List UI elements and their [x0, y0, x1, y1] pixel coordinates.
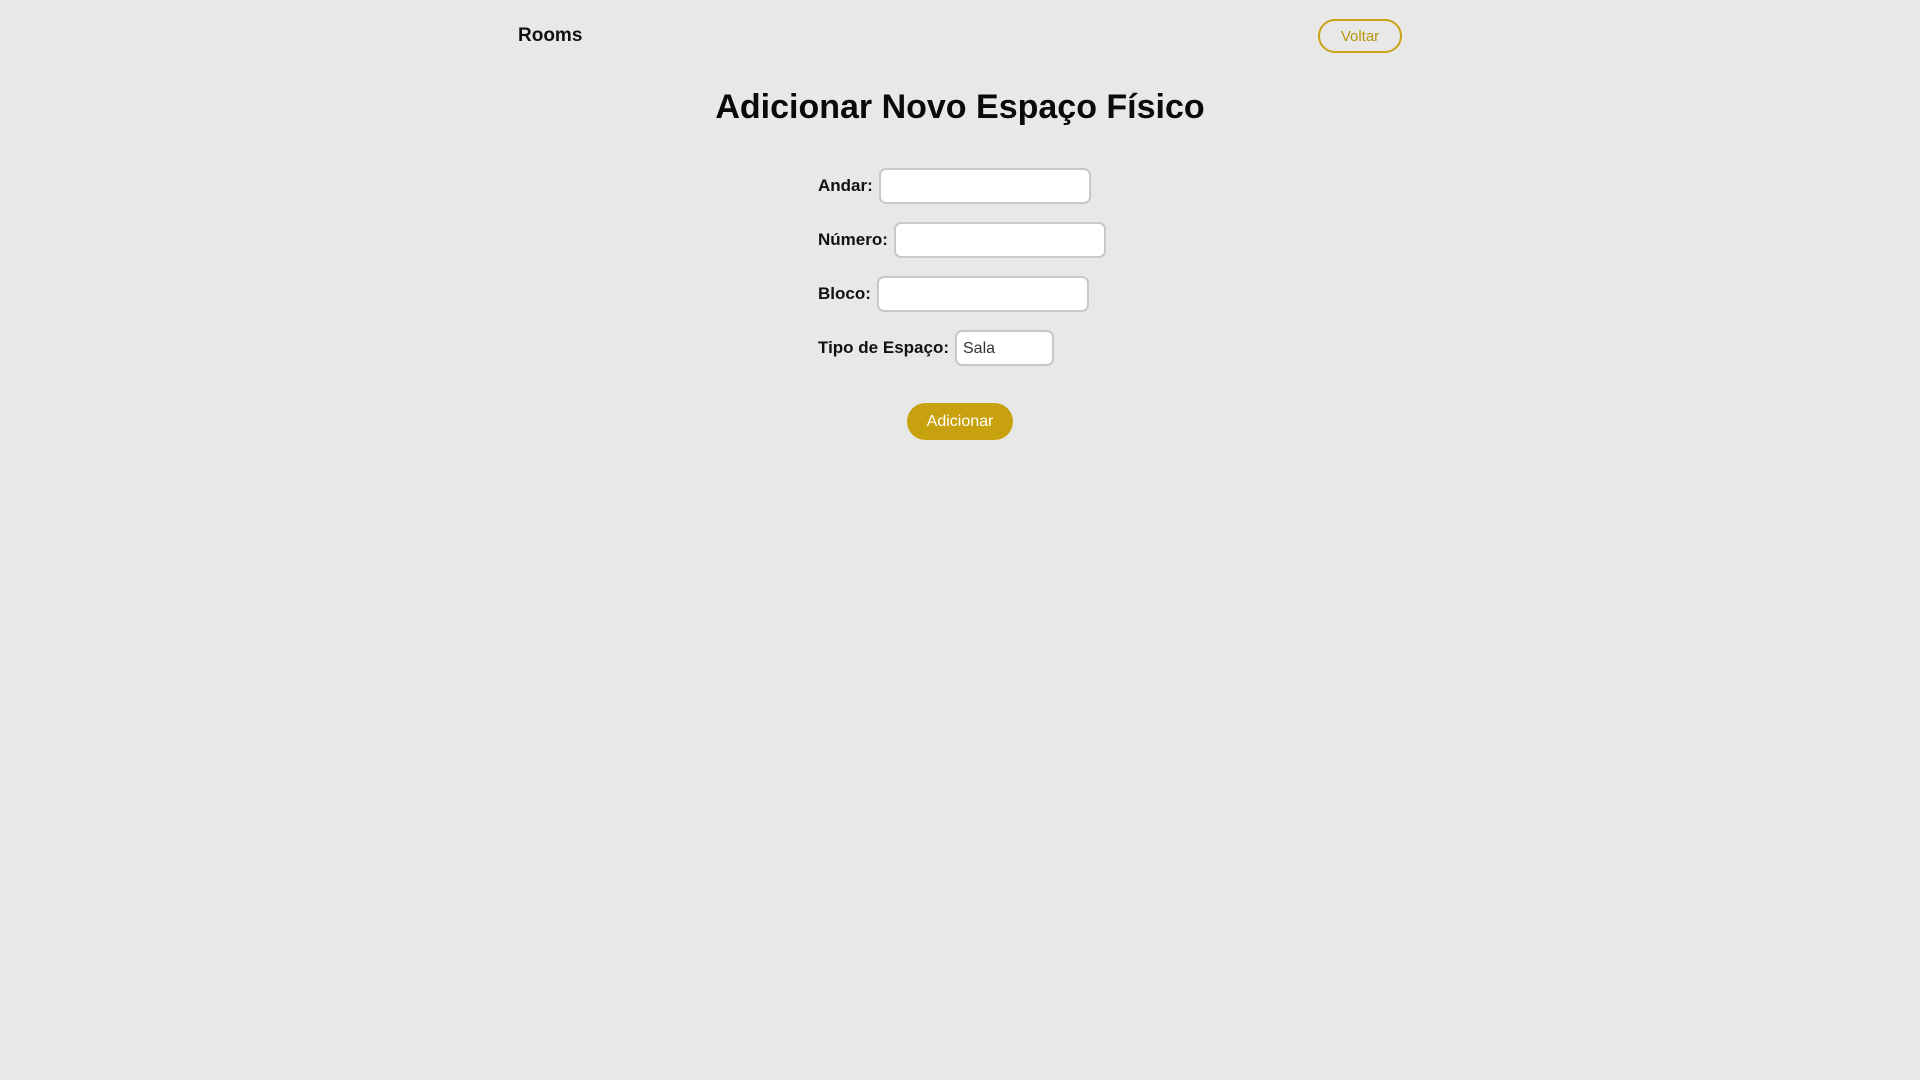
add-button[interactable]: Adicionar: [907, 403, 1013, 440]
page-title: Adicionar Novo Espaço Físico: [715, 88, 1205, 126]
bloco-input[interactable]: [876, 276, 1089, 312]
tipo-label: Tipo de Espaço:: [818, 338, 949, 357]
numero-input[interactable]: [893, 222, 1106, 258]
andar-input[interactable]: [878, 168, 1091, 204]
andar-label: Andar:: [818, 176, 873, 195]
andar-row: Andar:: [818, 168, 1106, 204]
back-button[interactable]: Voltar: [1318, 19, 1402, 53]
numero-row: Número:: [818, 222, 1106, 258]
numero-label: Número:: [818, 230, 888, 249]
tipo-select[interactable]: Sala: [955, 330, 1054, 366]
bloco-label: Bloco:: [818, 284, 871, 303]
tipo-row: Tipo de Espaço: Sala: [818, 330, 1106, 366]
app-brand[interactable]: Rooms: [518, 25, 582, 47]
bloco-row: Bloco:: [818, 276, 1106, 312]
page: Rooms Voltar Adicionar Novo Espaço Físic…: [0, 0, 1920, 1080]
add-space-form: Andar: Número: Bloco: Tipo de Espaço: Sa…: [818, 168, 1106, 384]
top-bar: Rooms Voltar: [518, 19, 1402, 55]
